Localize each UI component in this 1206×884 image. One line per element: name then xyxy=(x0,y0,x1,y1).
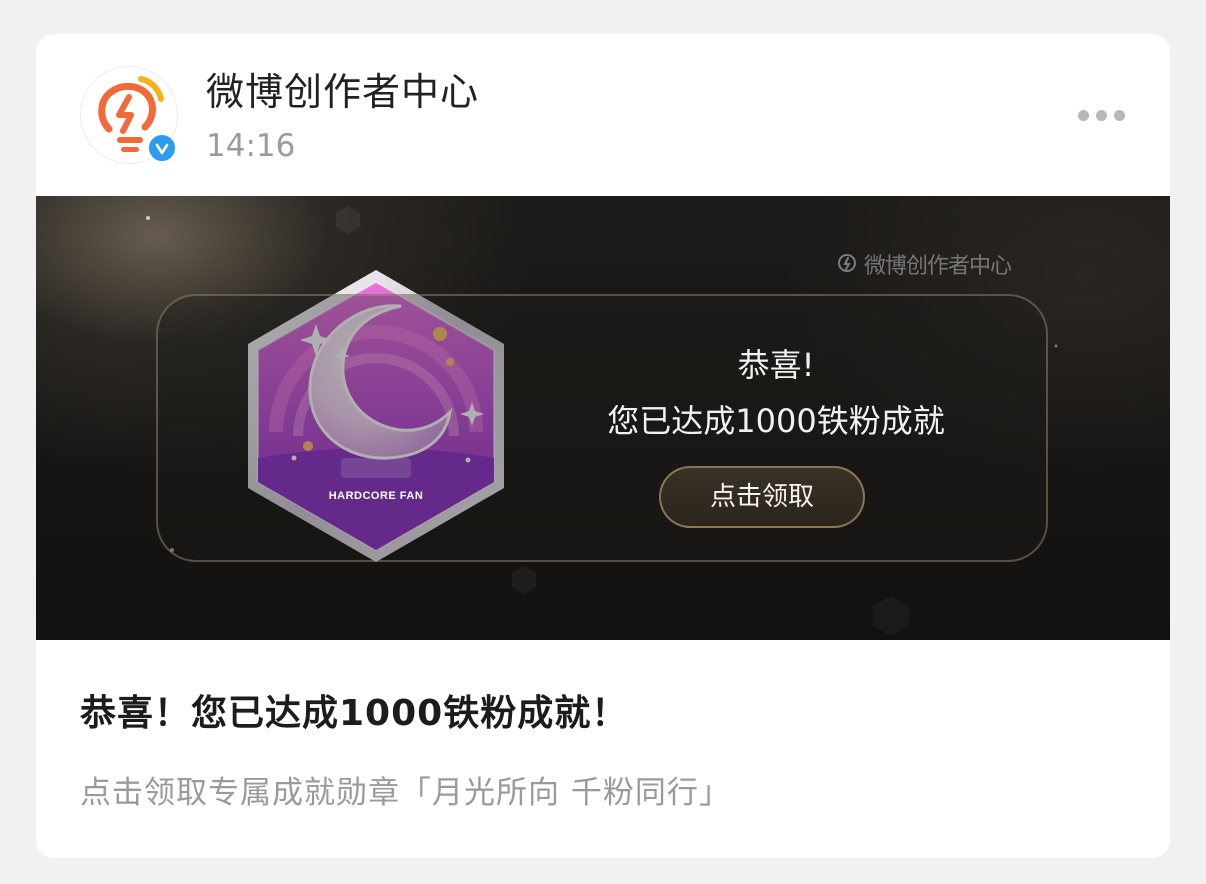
weibo-creator-watermark: 微博创作者中心 xyxy=(836,248,1012,280)
post-title: 恭喜！您已达成1000铁粉成就！ xyxy=(80,693,629,734)
watermark-text: 微博创作者中心 xyxy=(864,254,1012,279)
claim-button[interactable]: 点击领取 xyxy=(659,466,865,528)
post-subtitle: 点击领取专属成就勋章「月光所向 千粉同行」 xyxy=(80,775,731,811)
banner-achievement-text: 您已达成1000铁粉成就 xyxy=(607,402,945,440)
verified-check-icon xyxy=(146,132,178,164)
author-name[interactable]: 微博创作者中心 xyxy=(206,68,479,116)
post-time: 14:16 xyxy=(206,128,296,164)
banner-congrats-text: 恭喜! xyxy=(737,346,815,384)
more-dots-icon[interactable] xyxy=(1070,104,1130,128)
lightbulb-watermark-icon xyxy=(838,254,856,272)
weibo-post-card[interactable]: 微博创作者中心 14:16 微博创作者中心 HARDCORE FAN 恭喜! 您… xyxy=(36,34,1170,858)
badge-label: HARDCORE FAN xyxy=(328,490,424,502)
achievement-banner-image[interactable]: 微博创作者中心 HARDCORE FAN 恭喜! 您已达成1000铁粉成就 点击… xyxy=(36,196,1170,640)
